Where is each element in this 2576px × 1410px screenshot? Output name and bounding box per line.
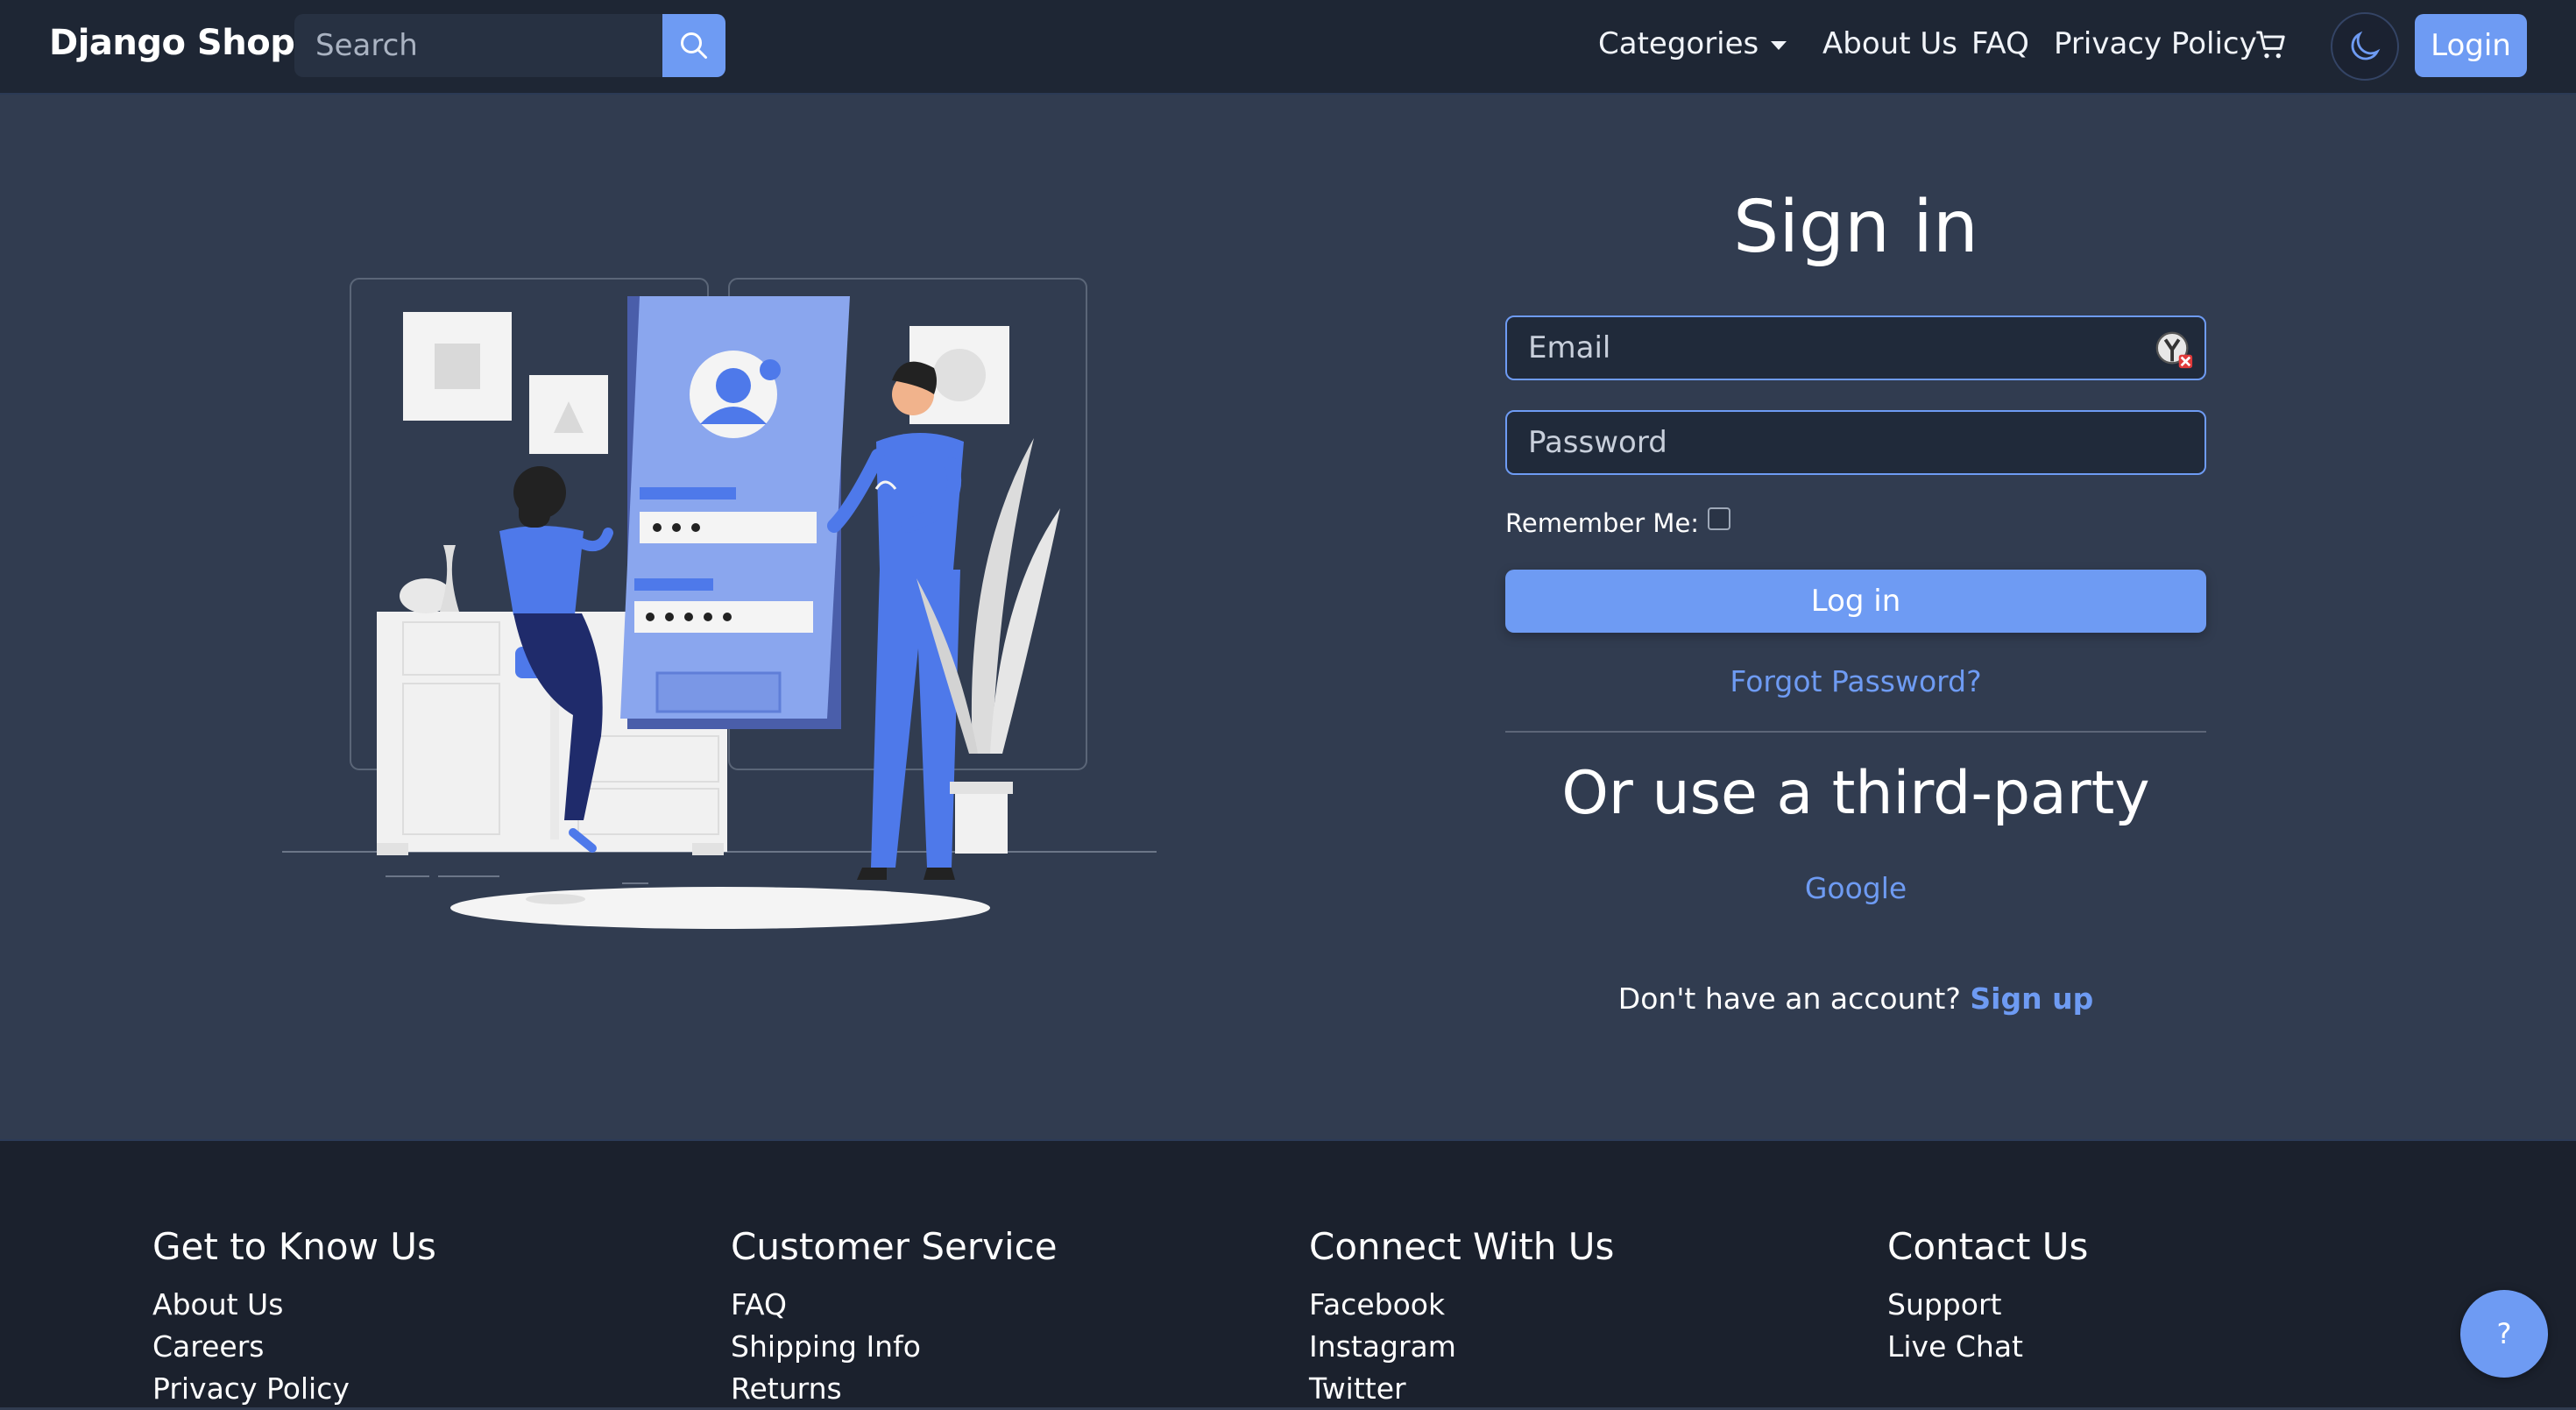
footer-link-privacy[interactable]: Privacy Policy (152, 1368, 436, 1410)
search-input[interactable] (294, 14, 662, 77)
footer-link-careers[interactable]: Careers (152, 1326, 436, 1368)
footer-link-instagram[interactable]: Instagram (1309, 1326, 1614, 1368)
email-placeholder: Email (1528, 330, 1611, 365)
navbar: Django Shop Categories About Us FAQ Priv… (0, 0, 2576, 95)
search-button[interactable] (662, 14, 725, 77)
footer-column-know-us: Get to Know Us About Us Careers Privacy … (152, 1225, 436, 1410)
help-button[interactable]: ? (2460, 1290, 2548, 1378)
moon-icon (2351, 31, 2381, 60)
footer-column-title: Customer Service (731, 1225, 1058, 1268)
footer-column-title: Contact Us (1887, 1225, 2089, 1268)
footer-link-live-chat[interactable]: Live Chat (1887, 1326, 2088, 1368)
footer-link-faq[interactable]: FAQ (731, 1284, 1058, 1326)
nav-about-link[interactable]: About Us (1822, 26, 1957, 61)
google-login-link[interactable]: Google (1505, 871, 2206, 905)
password-field[interactable]: Password (1505, 410, 2206, 475)
nav-faq-link[interactable]: FAQ (1971, 26, 2029, 61)
footer-link-about[interactable]: About Us (152, 1284, 436, 1326)
signin-illustration (282, 278, 1157, 929)
signin-title: Sign in (1733, 186, 1978, 269)
divider (1505, 731, 2206, 733)
caret-down-icon (1771, 40, 1787, 50)
search-icon (681, 32, 707, 59)
cart-icon (2256, 31, 2285, 59)
password-placeholder: Password (1528, 425, 1667, 460)
footer-link-support[interactable]: Support (1887, 1284, 2088, 1326)
cart-button[interactable] (2254, 28, 2289, 67)
footer-column-title: Connect With Us (1309, 1225, 1615, 1268)
remember-me: Remember Me: (1505, 507, 1731, 538)
third-party-title: Or use a third-party (1561, 759, 2150, 828)
nav-categories-dropdown[interactable]: Categories (1598, 26, 1787, 61)
nav-privacy-link[interactable]: Privacy Policy (2054, 26, 2257, 61)
remember-me-label: Remember Me: (1505, 508, 1700, 538)
forgot-password-link[interactable]: Forgot Password? (1505, 664, 2206, 698)
footer-link-shipping[interactable]: Shipping Info (731, 1326, 1058, 1368)
no-account-text: Don't have an account? (1617, 981, 1961, 1016)
footer-link-twitter[interactable]: Twitter (1309, 1368, 1614, 1410)
login-button[interactable]: Login (2415, 14, 2527, 77)
login-submit-button[interactable]: Log in (1505, 570, 2206, 633)
remember-me-checkbox[interactable] (1708, 507, 1731, 530)
brand-logo[interactable]: Django Shop (49, 23, 295, 63)
footer-column-title: Get to Know Us (152, 1225, 436, 1268)
signup-link[interactable]: Sign up (1970, 981, 2093, 1016)
email-field[interactable]: Email (1505, 315, 2206, 380)
footer-column-contact: Contact Us Support Live Chat (1887, 1225, 2088, 1368)
footer: Get to Know Us About Us Careers Privacy … (0, 1139, 2576, 1407)
footer-link-returns[interactable]: Returns (731, 1368, 1058, 1410)
nav-categories-label: Categories (1598, 26, 1759, 61)
signup-prompt: Don't have an account? Sign up (1505, 981, 2206, 1016)
footer-column-connect: Connect With Us Facebook Instagram Twitt… (1309, 1225, 1614, 1410)
footer-column-customer-service: Customer Service FAQ Shipping Info Retur… (731, 1225, 1058, 1410)
theme-toggle-button[interactable] (2331, 12, 2399, 81)
footer-link-facebook[interactable]: Facebook (1309, 1284, 1614, 1326)
password-manager-icon[interactable] (2154, 329, 2194, 370)
